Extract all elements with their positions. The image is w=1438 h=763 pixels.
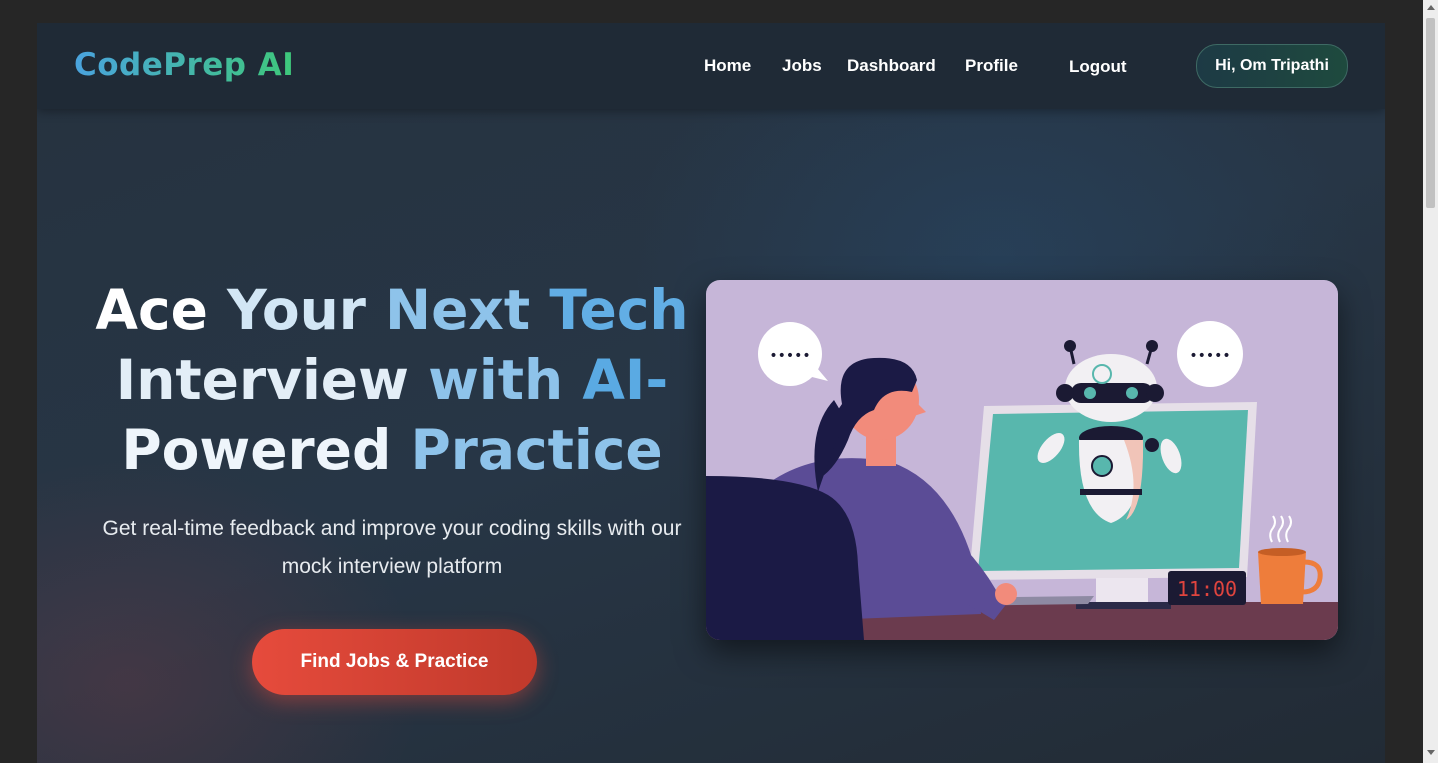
nav-link-home[interactable]: Home: [704, 56, 751, 76]
clock-display: 11:00: [1177, 577, 1237, 601]
nav-link-profile[interactable]: Profile: [965, 56, 1018, 76]
hero-illustration: ••••• ••••• 11:00: [706, 280, 1338, 640]
title-word: AI-: [582, 348, 669, 412]
scroll-down-arrow-icon[interactable]: [1427, 750, 1435, 755]
logo[interactable]: CodePrep AI: [74, 47, 294, 83]
user-greeting-badge[interactable]: Hi, Om Tripathi: [1196, 44, 1348, 88]
title-word: Powered: [121, 418, 392, 482]
vertical-scrollbar[interactable]: [1423, 0, 1438, 763]
nav-link-dashboard[interactable]: Dashboard: [847, 56, 936, 76]
find-jobs-button[interactable]: Find Jobs & Practice: [252, 629, 537, 695]
speech-dots-left: •••••: [769, 348, 810, 364]
logout-button[interactable]: Logout: [1069, 57, 1127, 77]
title-word: Your: [227, 278, 366, 342]
scroll-up-arrow-icon[interactable]: [1427, 5, 1435, 10]
app-page: CodePrep AI Home Jobs Dashboard Profile …: [37, 23, 1385, 763]
interview-illustration-svg: ••••• ••••• 11:00: [706, 280, 1338, 640]
nav-link-jobs[interactable]: Jobs: [782, 56, 822, 76]
title-word: with: [428, 348, 564, 412]
navbar: CodePrep AI Home Jobs Dashboard Profile …: [37, 23, 1385, 109]
hero-subtitle: Get real-time feedback and improve your …: [102, 517, 682, 578]
title-word: Interview: [115, 348, 409, 412]
hero-title: Ace Your Next Tech Interview with AI- Po…: [92, 275, 692, 485]
title-word: Next: [385, 278, 531, 342]
title-word: Ace: [95, 278, 208, 342]
title-word: Practice: [410, 418, 663, 482]
speech-dots-right: •••••: [1189, 348, 1230, 364]
title-word: Tech: [549, 278, 689, 342]
scroll-thumb[interactable]: [1426, 18, 1435, 208]
